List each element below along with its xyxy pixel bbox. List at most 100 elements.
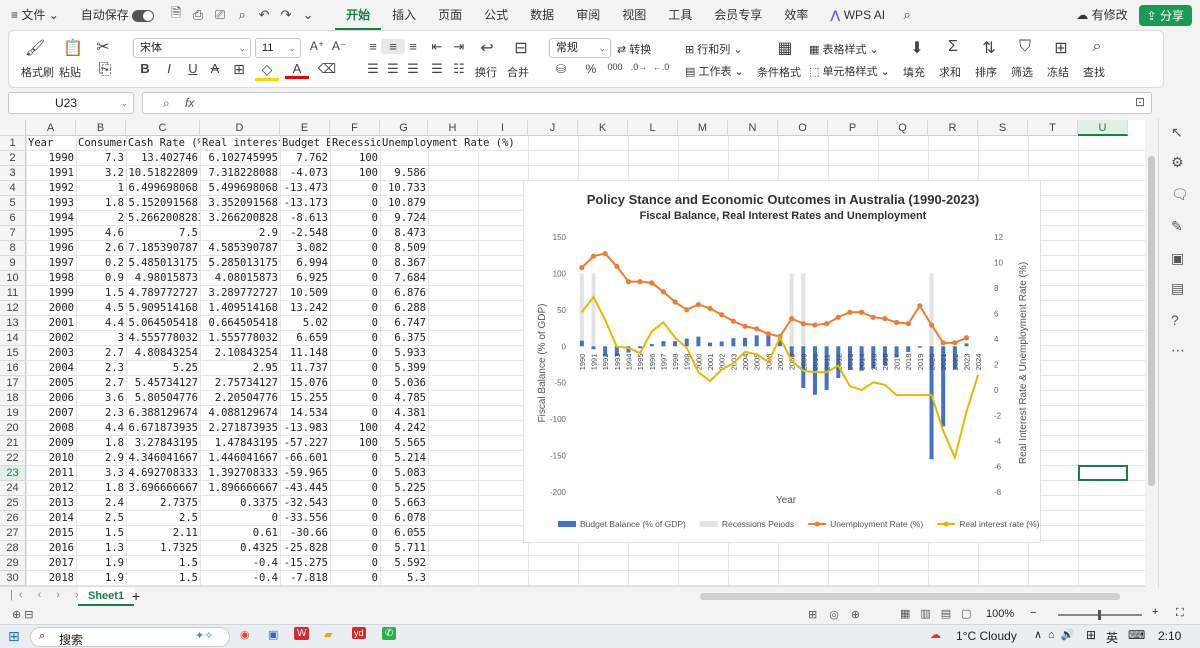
freeze-icon[interactable]: ⊞: [1049, 38, 1073, 58]
column-header[interactable]: I: [478, 120, 528, 136]
decimal-decrease-icon[interactable]: ←.0: [649, 62, 673, 72]
column-header[interactable]: S: [978, 120, 1028, 136]
table-cell[interactable]: 1.409514168: [200, 301, 280, 316]
table-cell[interactable]: 2.271873935: [200, 421, 280, 436]
row-header[interactable]: 29: [0, 556, 26, 571]
table-cell[interactable]: 1.3: [76, 541, 126, 556]
tab-5[interactable]: 审阅: [565, 0, 611, 30]
row-header[interactable]: 13: [0, 316, 26, 331]
table-cell[interactable]: 3.082: [280, 241, 330, 256]
increase-font-icon[interactable]: A⁺: [305, 39, 329, 53]
table-cell[interactable]: 1.8: [76, 436, 126, 451]
table-cell[interactable]: 2.5: [76, 511, 126, 526]
table-cell[interactable]: 0: [330, 556, 380, 571]
table-cell[interactable]: Cash Rate (%): [126, 136, 200, 151]
row-header[interactable]: 17: [0, 376, 26, 391]
currency-icon[interactable]: ⛁: [549, 62, 573, 76]
table-cell[interactable]: 0: [330, 481, 380, 496]
table-cell[interactable]: 5.663: [380, 496, 428, 511]
table-cell[interactable]: 2.7: [76, 376, 126, 391]
table-cell[interactable]: -7.818: [280, 571, 330, 586]
table-cell[interactable]: 2.11: [126, 526, 200, 541]
table-cell[interactable]: 1993: [26, 196, 76, 211]
table-cell[interactable]: 11.148: [280, 346, 330, 361]
tab-1[interactable]: 插入: [381, 0, 427, 30]
add-sheet-icon[interactable]: +: [132, 588, 140, 604]
table-cell[interactable]: 4.585390787: [200, 241, 280, 256]
table-cell[interactable]: 2014: [26, 511, 76, 526]
quick-access-chevron-icon[interactable]: ⌄: [297, 7, 319, 23]
taskbar-clock[interactable]: 2:10: [1158, 629, 1181, 643]
table-cell[interactable]: -25.828: [280, 541, 330, 556]
table-cell[interactable]: 1.8: [76, 481, 126, 496]
row-header[interactable]: 25: [0, 496, 26, 511]
border-icon[interactable]: ⊞: [227, 61, 251, 78]
row-header[interactable]: 30: [0, 571, 26, 586]
table-cell[interactable]: 5.225: [380, 481, 428, 496]
active-cell-selection[interactable]: [1078, 465, 1128, 481]
wrap-text-button[interactable]: 换行: [475, 64, 497, 80]
table-cell[interactable]: 4.692708333: [126, 466, 200, 481]
table-cell[interactable]: 4.381: [380, 406, 428, 421]
tab-4[interactable]: 数据: [519, 0, 565, 30]
table-cell[interactable]: 1.5: [76, 286, 126, 301]
table-cell[interactable]: 6.375: [380, 331, 428, 346]
table-cell[interactable]: 1.392708333: [200, 466, 280, 481]
table-cell[interactable]: Recession: [330, 136, 380, 151]
column-header[interactable]: D: [200, 120, 280, 136]
table-cell[interactable]: -59.965: [280, 466, 330, 481]
table-cell[interactable]: 8.473: [380, 226, 428, 241]
table-cell[interactable]: 5.02: [280, 316, 330, 331]
table-cell[interactable]: 5.909514168: [126, 301, 200, 316]
row-header[interactable]: 21: [0, 436, 26, 451]
table-cell[interactable]: 6.388129674: [126, 406, 200, 421]
tab-8[interactable]: 会员专享: [703, 0, 773, 30]
table-cell[interactable]: 2002: [26, 331, 76, 346]
table-cell[interactable]: 8.509: [380, 241, 428, 256]
column-header[interactable]: Q: [878, 120, 928, 136]
table-cell[interactable]: Real interest: [200, 136, 280, 151]
percent-icon[interactable]: %: [579, 62, 603, 76]
fill-color-icon[interactable]: ◇: [255, 61, 279, 81]
table-cell[interactable]: -13.983: [280, 421, 330, 436]
column-header[interactable]: P: [828, 120, 878, 136]
row-header[interactable]: 27: [0, 526, 26, 541]
table-cell[interactable]: 2.9: [76, 451, 126, 466]
table-cell[interactable]: 2: [76, 211, 126, 226]
wechat-app-icon[interactable]: ✆: [382, 627, 397, 640]
table-cell[interactable]: 0: [330, 346, 380, 361]
table-cell[interactable]: 1.9: [76, 556, 126, 571]
tab-6[interactable]: 视图: [611, 0, 657, 30]
table-cell[interactable]: 0: [330, 466, 380, 481]
row-header[interactable]: 22: [0, 451, 26, 466]
table-cell[interactable]: 2004: [26, 361, 76, 376]
file-menu[interactable]: ≡ 文件 ⌄: [0, 0, 70, 30]
table-cell[interactable]: 2003: [26, 346, 76, 361]
table-cell[interactable]: 0: [200, 511, 280, 526]
table-cell[interactable]: -8.613: [280, 211, 330, 226]
align-bottom-icon[interactable]: ≡: [401, 39, 425, 54]
row-header[interactable]: 6: [0, 211, 26, 226]
horizontal-scrollbar[interactable]: [700, 593, 1120, 600]
table-cell[interactable]: 3: [76, 331, 126, 346]
table-cell[interactable]: 2.95: [200, 361, 280, 376]
expand-formula-icon[interactable]: ⊡: [1135, 95, 1145, 109]
keyboard-icon[interactable]: ⌨: [1128, 628, 1145, 642]
table-cell[interactable]: 0: [330, 391, 380, 406]
table-cell[interactable]: 5.064505418: [126, 316, 200, 331]
column-header[interactable]: M: [678, 120, 728, 136]
table-cell[interactable]: -13.173: [280, 196, 330, 211]
table-cell[interactable]: 1996: [26, 241, 76, 256]
distribute-icon[interactable]: ☷: [447, 61, 471, 77]
table-cell[interactable]: 0.61: [200, 526, 280, 541]
table-cell[interactable]: 0.4325: [200, 541, 280, 556]
taskbar-search-box[interactable]: ⌕ 搜索 ✦✧: [30, 627, 230, 647]
table-cell[interactable]: 0: [330, 571, 380, 586]
table-style-button[interactable]: ▦ 表格样式 ⌄: [809, 41, 879, 57]
font-name-select[interactable]: 宋体 ⌄: [133, 38, 251, 58]
table-cell[interactable]: 10.51822809: [126, 166, 200, 181]
table-cell[interactable]: 2011: [26, 466, 76, 481]
zoom-level[interactable]: 100%: [986, 608, 1014, 620]
row-header[interactable]: 1: [0, 136, 26, 151]
table-cell[interactable]: 4.98015873: [126, 271, 200, 286]
